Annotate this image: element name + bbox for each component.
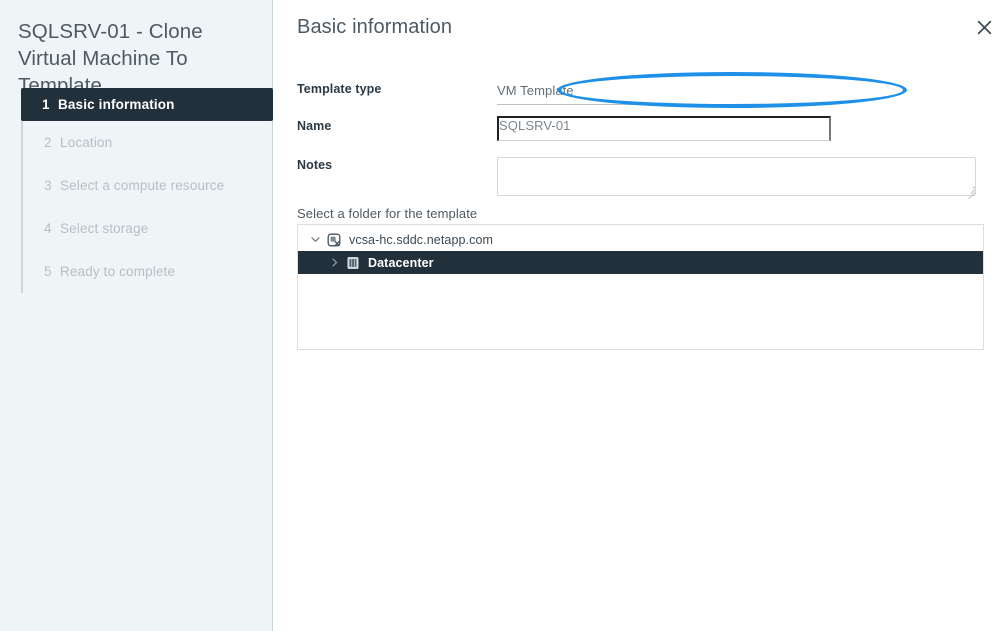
step-number: 4 bbox=[44, 221, 52, 236]
folder-tree-caption: Select a folder for the template bbox=[297, 206, 478, 221]
sidebar-step-select-storage[interactable]: 4 Select storage bbox=[23, 207, 273, 250]
template-type-value: VM Template bbox=[497, 83, 831, 105]
step-label: Location bbox=[60, 135, 113, 150]
wizard-footer: CANCEL NEXT bbox=[546, 569, 1008, 631]
wizard-step-list: 1 Basic information 2 Location 3 Select … bbox=[21, 88, 273, 293]
step-number: 1 bbox=[42, 97, 50, 112]
step-label: Select a compute resource bbox=[60, 178, 225, 193]
tree-node-vcenter-server[interactable]: vcsa-hc.sddc.netapp.com bbox=[298, 228, 983, 251]
name-label: Name bbox=[297, 119, 332, 133]
tree-node-label: Datacenter bbox=[368, 255, 434, 270]
notes-label: Notes bbox=[297, 158, 333, 172]
step-number: 2 bbox=[44, 135, 52, 150]
wizard-main-panel: Basic information Template type VM Templ… bbox=[273, 0, 1008, 631]
tree-node-datacenter[interactable]: Datacenter bbox=[298, 251, 983, 274]
close-icon[interactable] bbox=[971, 14, 997, 40]
step-number: 3 bbox=[44, 178, 52, 193]
datacenter-icon bbox=[343, 256, 363, 270]
notes-textarea[interactable] bbox=[497, 157, 976, 196]
sidebar-step-ready-to-complete[interactable]: 5 Ready to complete bbox=[23, 250, 273, 293]
sidebar-step-select-compute-resource[interactable]: 3 Select a compute resource bbox=[23, 164, 273, 207]
chevron-down-icon[interactable] bbox=[306, 235, 324, 244]
chevron-right-icon[interactable] bbox=[325, 258, 343, 267]
sidebar-step-basic-information[interactable]: 1 Basic information bbox=[21, 88, 273, 121]
step-label: Select storage bbox=[60, 221, 149, 236]
wizard-sidebar: SQLSRV-01 - Clone Virtual Machine To Tem… bbox=[0, 0, 273, 631]
tree-node-label: vcsa-hc.sddc.netapp.com bbox=[349, 232, 494, 247]
vcenter-server-icon bbox=[324, 233, 344, 247]
step-label: Ready to complete bbox=[60, 264, 176, 279]
name-input[interactable] bbox=[497, 116, 831, 141]
template-type-label: Template type bbox=[297, 82, 382, 96]
clone-vm-to-template-wizard: SQLSRV-01 - Clone Virtual Machine To Tem… bbox=[0, 0, 1008, 631]
page-title: Basic information bbox=[297, 16, 453, 38]
folder-tree-panel[interactable]: vcsa-hc.sddc.netapp.com Datacenter bbox=[297, 224, 984, 350]
wizard-title: SQLSRV-01 - Clone Virtual Machine To Tem… bbox=[18, 20, 203, 97]
step-label: Basic information bbox=[58, 97, 175, 112]
sidebar-step-location[interactable]: 2 Location bbox=[23, 121, 273, 164]
step-number: 5 bbox=[44, 264, 52, 279]
